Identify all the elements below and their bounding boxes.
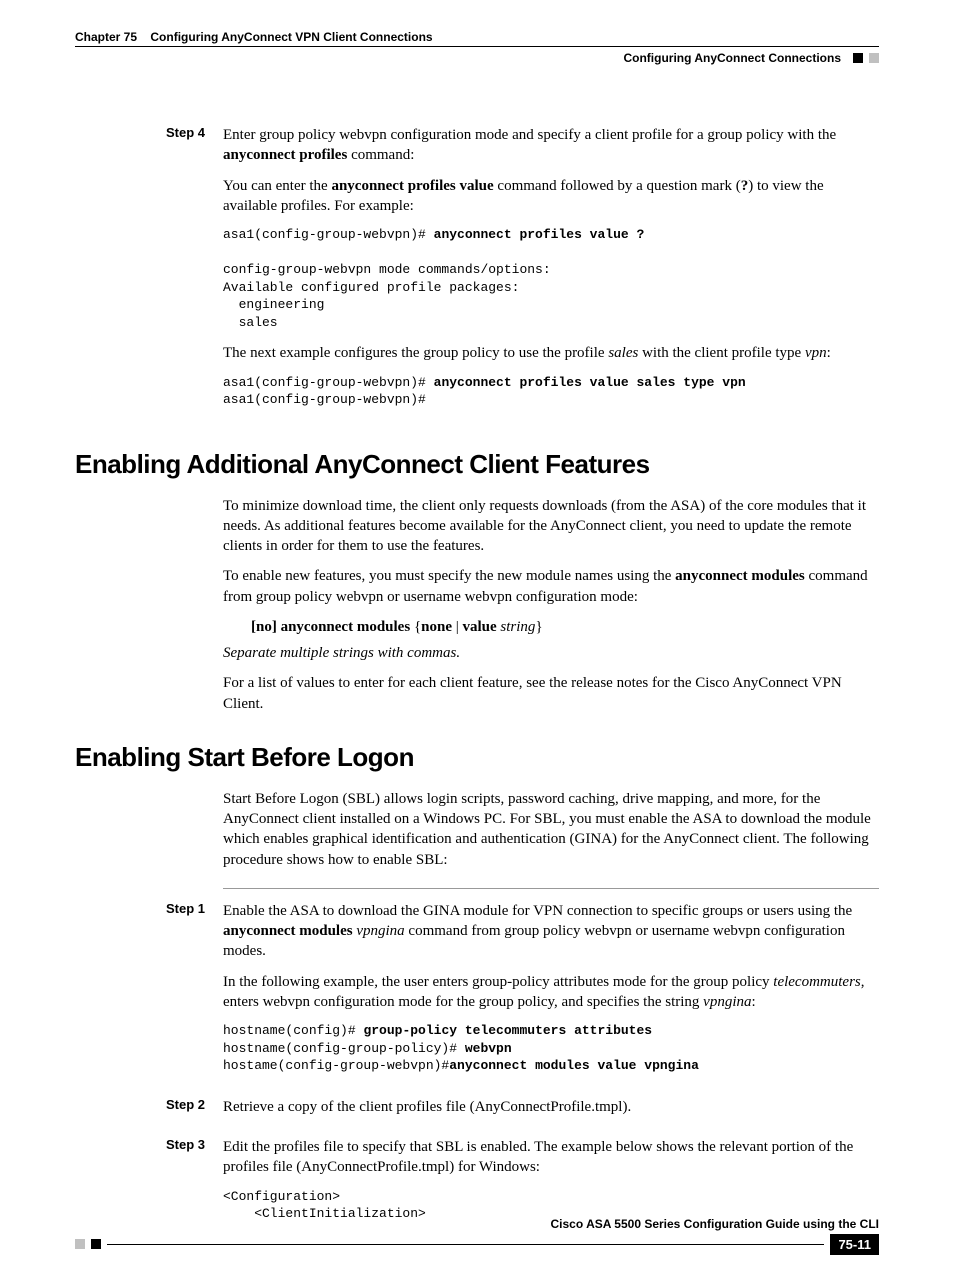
paragraph: Enter group policy webvpn configuration …	[223, 125, 879, 166]
footer-book-title: Cisco ASA 5500 Series Configuration Guid…	[75, 1217, 879, 1231]
step-label: Step 4	[140, 125, 223, 140]
paragraph: Start Before Logon (SBL) allows login sc…	[223, 789, 879, 870]
page: Chapter 75 Configuring AnyConnect VPN Cl…	[0, 0, 954, 1285]
sbl-step-2: Step 2 Retrieve a copy of the client pro…	[75, 1097, 879, 1127]
code-block: hostname(config)# group-policy telecommu…	[223, 1022, 879, 1075]
footer-rule-line	[107, 1244, 824, 1245]
step-body: Retrieve a copy of the client profiles f…	[223, 1097, 879, 1127]
paragraph-note: Separate multiple strings with commas.	[223, 643, 879, 663]
paragraph: To minimize download time, the client on…	[223, 496, 879, 557]
footer-marker-light-icon	[75, 1239, 85, 1249]
paragraph: Retrieve a copy of the client profiles f…	[223, 1097, 879, 1117]
step-body: Enable the ASA to download the GINA modu…	[223, 901, 879, 1087]
code-block: asa1(config-group-webvpn)# anyconnect pr…	[223, 226, 879, 331]
paragraph: To enable new features, you must specify…	[223, 566, 879, 607]
section-body: To minimize download time, the client on…	[223, 496, 879, 714]
step-4: Step 4 Enter group policy webvpn configu…	[75, 125, 879, 421]
step-label: Step 1	[140, 901, 223, 916]
header-section: Configuring AnyConnect Connections	[623, 51, 847, 65]
sbl-step-1: Step 1 Enable the ASA to download the GI…	[75, 901, 879, 1087]
content-area: Step 4 Enter group policy webvpn configu…	[75, 65, 879, 1235]
step-divider	[223, 888, 879, 889]
code-block: asa1(config-group-webvpn)# anyconnect pr…	[223, 374, 879, 409]
section-marker-dark-icon	[853, 53, 863, 63]
paragraph: You can enter the anyconnect profiles va…	[223, 176, 879, 217]
paragraph: Edit the profiles file to specify that S…	[223, 1137, 879, 1178]
step-body: Enter group policy webvpn configuration …	[223, 125, 879, 421]
section-marker-light-icon	[869, 53, 879, 63]
step-label: Step 3	[140, 1137, 223, 1152]
header-chapter: Chapter 75 Configuring AnyConnect VPN Cl…	[75, 30, 433, 44]
header-top-row: Chapter 75 Configuring AnyConnect VPN Cl…	[75, 30, 879, 65]
page-number: 75-11	[830, 1234, 879, 1255]
footer-marker-dark-icon	[91, 1239, 101, 1249]
command-syntax: [no] anyconnect modules {none | value st…	[251, 617, 879, 637]
section-heading-features: Enabling Additional AnyConnect Client Fe…	[75, 449, 879, 480]
section-heading-sbl: Enabling Start Before Logon	[75, 742, 879, 773]
paragraph: In the following example, the user enter…	[223, 972, 879, 1013]
paragraph: For a list of values to enter for each c…	[223, 673, 879, 714]
footer: Cisco ASA 5500 Series Configuration Guid…	[75, 1217, 879, 1255]
section-body: Start Before Logon (SBL) allows login sc…	[223, 789, 879, 870]
paragraph: The next example configures the group po…	[223, 343, 879, 363]
paragraph: Enable the ASA to download the GINA modu…	[223, 901, 879, 962]
step-label: Step 2	[140, 1097, 223, 1112]
